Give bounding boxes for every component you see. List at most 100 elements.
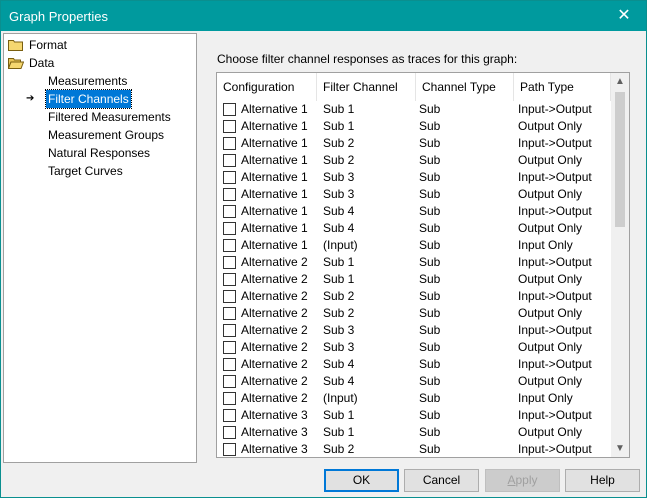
row-checkbox[interactable] (223, 307, 236, 320)
row-checkbox[interactable] (223, 154, 236, 167)
table-cell: Alternative 2 (241, 255, 308, 269)
table-cell: Sub 1 (323, 102, 355, 116)
row-checkbox[interactable] (223, 188, 236, 201)
table-cell: Sub (419, 425, 441, 439)
table-row[interactable]: Alternative 1 Sub 3 Sub Output Only (217, 186, 611, 203)
table-cell: Sub 1 (323, 119, 355, 133)
graph-properties-dialog: Graph Properties ✕ Format Data Measurement… (0, 0, 647, 498)
tree-item[interactable]: Target Curves (26, 162, 196, 180)
table-cell: Input->Output (518, 102, 592, 116)
scroll-thumb[interactable] (615, 92, 625, 227)
table-row[interactable]: Alternative 2 (Input) Sub Input Only (217, 390, 611, 407)
table-cell: Sub (419, 408, 441, 422)
table-row[interactable]: Alternative 2 Sub 2 Sub Input->Output (217, 288, 611, 305)
table-cell: Input->Output (518, 323, 592, 337)
column-header[interactable]: Channel Type (416, 73, 514, 101)
table-row[interactable]: Alternative 3 Sub 1 Sub Output Only (217, 424, 611, 441)
help-button[interactable]: Help (565, 469, 640, 492)
table-row[interactable]: Alternative 2 Sub 1 Sub Output Only (217, 271, 611, 288)
table-cell: Alternative 2 (241, 357, 308, 371)
tree-item[interactable]: Format (8, 36, 158, 54)
table-cell: Sub 2 (323, 153, 355, 167)
table-cell: Input->Output (518, 170, 592, 184)
table-row[interactable]: Alternative 3 Sub 1 Sub Input->Output (217, 407, 611, 424)
tree-item[interactable]: Measurement Groups (26, 126, 196, 144)
table-row[interactable]: Alternative 2 Sub 3 Sub Input->Output (217, 322, 611, 339)
table-row[interactable]: Alternative 1 Sub 4 Sub Output Only (217, 220, 611, 237)
row-checkbox[interactable] (223, 239, 236, 252)
column-header[interactable]: Filter Channel (317, 73, 416, 101)
table-cell: Output Only (518, 119, 583, 133)
tree-item[interactable]: Filtered Measurements (26, 108, 196, 126)
tree-item[interactable]: Data (8, 54, 158, 72)
table-row[interactable]: Alternative 3 Sub 2 Sub Input->Output (217, 441, 611, 457)
tree-item[interactable]: Natural Responses (26, 144, 196, 162)
table-row[interactable]: Alternative 1 Sub 3 Sub Input->Output (217, 169, 611, 186)
table-row[interactable]: Alternative 1 Sub 1 Sub Output Only (217, 118, 611, 135)
table-cell: Sub (419, 442, 441, 456)
scroll-down-icon[interactable]: ▼ (611, 440, 629, 457)
table-row[interactable]: Alternative 2 Sub 4 Sub Input->Output (217, 356, 611, 373)
table-row[interactable]: Alternative 2 Sub 1 Sub Input->Output (217, 254, 611, 271)
table-cell: Sub (419, 238, 441, 252)
row-checkbox[interactable] (223, 358, 236, 371)
table-cell: Sub 2 (323, 136, 355, 150)
cancel-button[interactable]: Cancel (404, 469, 479, 492)
vertical-scrollbar[interactable]: ▲ ▼ (611, 73, 629, 457)
row-checkbox[interactable] (223, 222, 236, 235)
row-checkbox[interactable] (223, 324, 236, 337)
table-row[interactable]: Alternative 1 (Input) Sub Input Only (217, 237, 611, 254)
table-cell: Alternative 1 (241, 187, 308, 201)
table-cell: Alternative 2 (241, 340, 308, 354)
table-row[interactable]: Alternative 1 Sub 1 Sub Input->Output (217, 101, 611, 118)
table-row[interactable]: Alternative 2 Sub 4 Sub Output Only (217, 373, 611, 390)
row-checkbox[interactable] (223, 256, 236, 269)
table-row[interactable]: Alternative 1 Sub 2 Sub Input->Output (217, 135, 611, 152)
row-checkbox[interactable] (223, 290, 236, 303)
row-checkbox[interactable] (223, 375, 236, 388)
row-checkbox[interactable] (223, 392, 236, 405)
tree-item[interactable]: Measurements (26, 72, 196, 90)
table-cell: Sub (419, 391, 441, 405)
column-header[interactable]: Configuration (217, 73, 317, 101)
row-checkbox[interactable] (223, 120, 236, 133)
row-checkbox[interactable] (223, 426, 236, 439)
table-cell: Output Only (518, 340, 583, 354)
row-checkbox[interactable] (223, 205, 236, 218)
row-checkbox[interactable] (223, 171, 236, 184)
scroll-up-icon[interactable]: ▲ (611, 73, 629, 90)
table-row[interactable]: Alternative 2 Sub 3 Sub Output Only (217, 339, 611, 356)
table-cell: Alternative 1 (241, 170, 308, 184)
table-cell: Sub (419, 374, 441, 388)
column-header[interactable]: Path Type (514, 73, 611, 101)
table-cell: Sub 4 (323, 204, 355, 218)
list-header: Configuration Filter Channel Channel Type P… (217, 73, 611, 101)
row-checkbox[interactable] (223, 409, 236, 422)
table-cell: Input->Output (518, 255, 592, 269)
table-cell: Sub (419, 136, 441, 150)
close-icon[interactable]: ✕ (602, 1, 646, 31)
tree-item-label: Target Curves (48, 164, 123, 178)
table-cell: Input Only (518, 238, 573, 252)
apply-button[interactable]: Apply (485, 469, 560, 492)
table-row[interactable]: Alternative 1 Sub 4 Sub Input->Output (217, 203, 611, 220)
ok-button[interactable]: OK (324, 469, 399, 492)
table-cell: Sub (419, 357, 441, 371)
table-cell: Sub 1 (323, 255, 355, 269)
table-row[interactable]: Alternative 2 Sub 2 Sub Output Only (217, 305, 611, 322)
tree-item[interactable]: ➔ Filter Channels (26, 89, 196, 109)
tree-item-label: Filtered Measurements (48, 110, 171, 124)
table-row[interactable]: Alternative 1 Sub 2 Sub Output Only (217, 152, 611, 169)
table-cell: Sub 3 (323, 170, 355, 184)
row-checkbox[interactable] (223, 443, 236, 456)
tree-item-label: Format (29, 38, 68, 52)
current-item-arrow-icon: ➔ (26, 93, 35, 104)
table-cell: Sub 2 (323, 306, 355, 320)
row-checkbox[interactable] (223, 341, 236, 354)
row-checkbox[interactable] (223, 137, 236, 150)
table-cell: (Input) (323, 238, 358, 252)
row-checkbox[interactable] (223, 273, 236, 286)
row-checkbox[interactable] (223, 103, 236, 116)
table-cell: Alternative 2 (241, 391, 308, 405)
table-cell: Output Only (518, 306, 583, 320)
